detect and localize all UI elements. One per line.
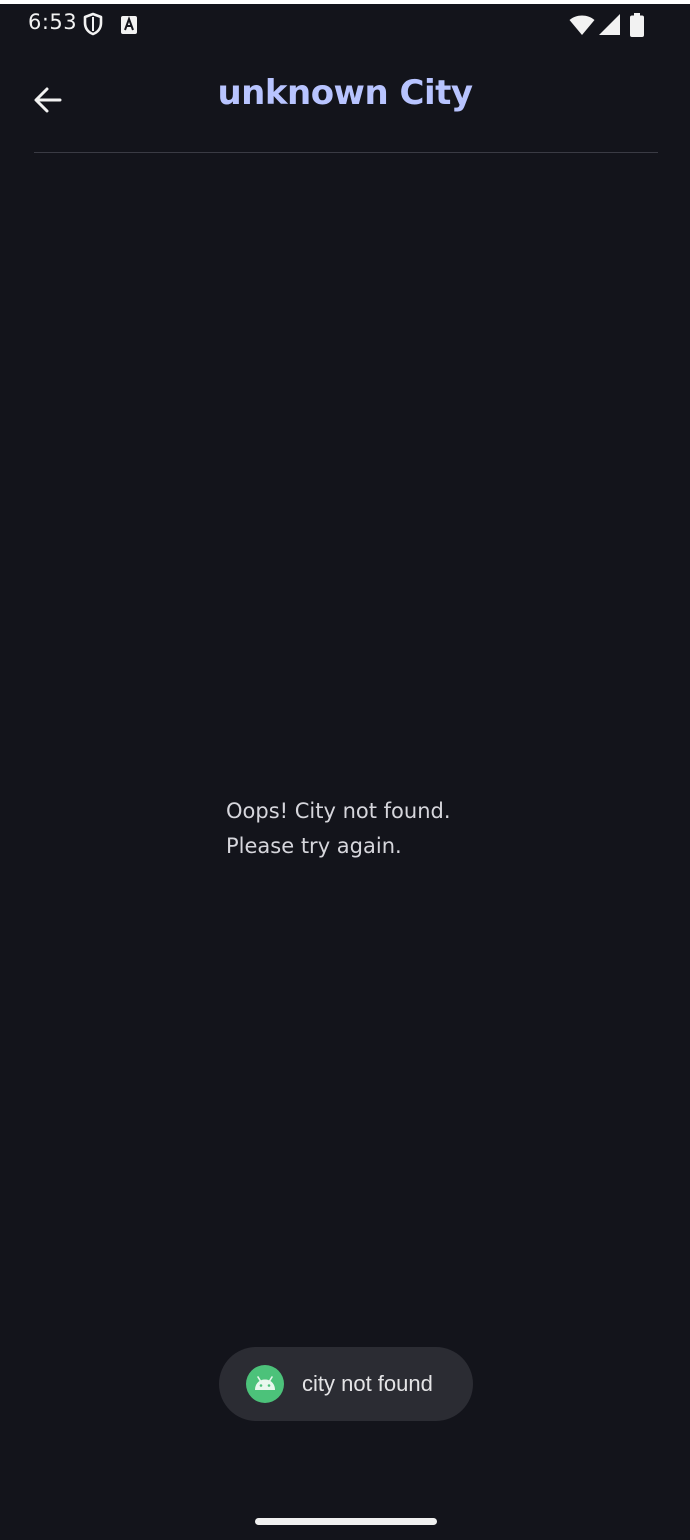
toast-message: city not found <box>302 1371 433 1396</box>
error-message: Oops! City not found. Please try again. <box>226 794 546 864</box>
android-icon <box>246 1365 284 1403</box>
toast: city not found <box>219 1347 473 1421</box>
text-a-icon <box>121 16 137 34</box>
app-bar: unknown City <box>0 44 690 152</box>
wifi-icon <box>569 15 595 35</box>
cellular-signal-icon <box>599 14 620 35</box>
error-message-line-2: Please try again. <box>226 834 402 858</box>
status-bar: 6:53 <box>0 4 690 44</box>
page-title: unknown City <box>217 73 473 113</box>
status-time: 6:53 <box>28 10 78 34</box>
battery-icon <box>630 13 644 37</box>
shield-icon <box>83 12 103 36</box>
home-indicator[interactable] <box>255 1518 437 1525</box>
header-divider <box>34 152 658 153</box>
error-message-line-1: Oops! City not found. <box>226 799 451 823</box>
